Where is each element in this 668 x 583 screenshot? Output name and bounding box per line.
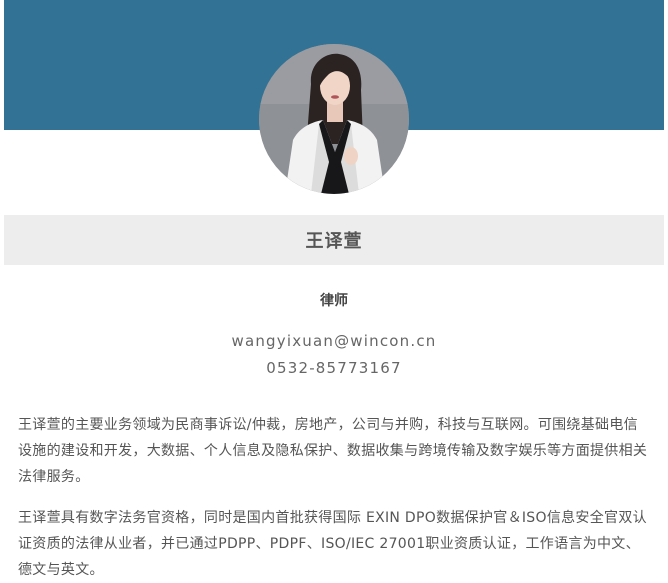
job-title: 律师 <box>320 293 348 309</box>
name-bar: 王译萱 <box>4 215 664 265</box>
portrait-photo-icon <box>259 44 409 194</box>
phone-number: 0532-85773167 <box>266 359 402 377</box>
email-address: wangyixuan@wincon.cn <box>231 332 437 350</box>
profile-avatar <box>259 44 409 194</box>
person-name: 王译萱 <box>305 231 363 252</box>
bio-paragraph-practice-areas: 王译萱的主要业务领域为民商事诉讼/仲裁，房地产，公司与并购，科技与互联网。可围绕… <box>18 417 648 485</box>
bio-paragraph-qualifications: 王译萱具有数字法务官资格，同时是国内首批获得国际 EXIN DPO数据保护官＆I… <box>18 510 647 578</box>
